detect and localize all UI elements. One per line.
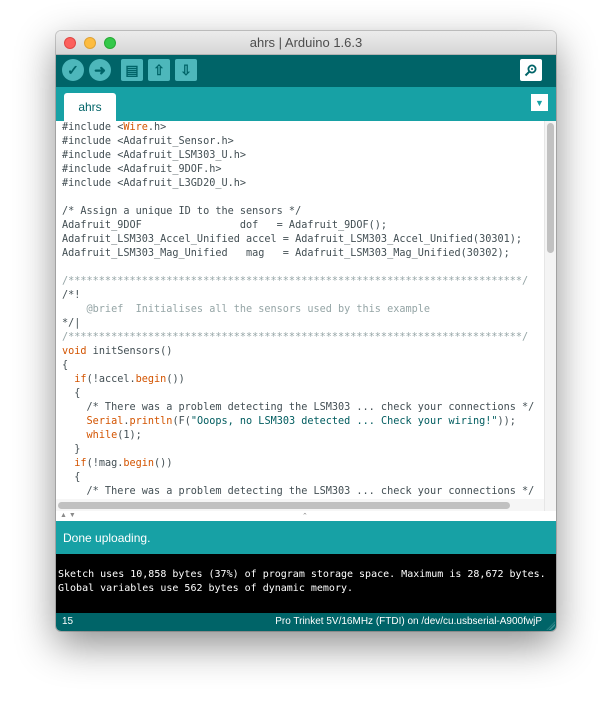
console-line: Global variables use 562 bytes of dynami… xyxy=(58,583,354,594)
horizontal-scroll-thumb[interactable] xyxy=(58,502,510,509)
save-sketch-button[interactable]: ⇩ xyxy=(175,59,197,81)
code-line[interactable]: Adafruit_9DOF dof = Adafruit_9DOF(); xyxy=(62,219,542,233)
code-line[interactable]: Adafruit_LSM303_Mag_Unified mag = Adafru… xyxy=(62,247,542,261)
code-line[interactable]: /***************************************… xyxy=(62,275,542,289)
code-line[interactable]: if(!mag.begin()) xyxy=(62,457,542,471)
code-line[interactable]: { xyxy=(62,387,542,401)
code-line[interactable]: #include <Adafruit_Sensor.h> xyxy=(62,135,542,149)
code-line[interactable]: @brief Initialises all the sensors used … xyxy=(62,303,542,317)
code-line[interactable] xyxy=(62,191,542,205)
title-bar[interactable]: ahrs | Arduino 1.6.3 xyxy=(56,31,556,55)
footer-bar: 15 Pro Trinket 5V/16MHz (FTDI) on /dev/c… xyxy=(56,613,556,631)
code-text-area[interactable]: #include <Wire.h> #include <Adafruit_Sens… xyxy=(62,121,542,499)
console-output[interactable]: Sketch uses 10,858 bytes (37%) of progra… xyxy=(56,554,556,613)
code-line[interactable]: Serial.println(F("Ooops, no LSM303 detec… xyxy=(62,415,542,429)
code-line[interactable]: /* There was a problem detecting the LSM… xyxy=(62,485,542,499)
code-line[interactable]: #include <Adafruit_9DOF.h> xyxy=(62,163,542,177)
new-file-icon: ▤ xyxy=(125,61,139,78)
verify-button[interactable]: ✓ xyxy=(62,59,84,81)
tab-menu-button[interactable]: ▼ xyxy=(531,94,548,111)
collapse-arrows-icon[interactable]: ▲ ▼ xyxy=(60,512,76,519)
code-line[interactable]: #include <Adafruit_L3GD20_U.h> xyxy=(62,177,542,191)
code-line[interactable]: while(1); xyxy=(62,429,542,443)
code-line[interactable] xyxy=(62,261,542,275)
horizontal-scrollbar[interactable] xyxy=(56,499,544,511)
upload-button[interactable]: ➜ xyxy=(89,59,111,81)
window-title: ahrs | Arduino 1.6.3 xyxy=(249,35,363,50)
line-number: 15 xyxy=(62,616,74,627)
arduino-ide-window: ahrs | Arduino 1.6.3 ✓ ➜ ▤ ⇧ ⇩ ahrs ▼ #i… xyxy=(56,31,556,631)
code-line[interactable]: { xyxy=(62,359,542,373)
code-line[interactable]: /***************************************… xyxy=(62,331,542,345)
arrow-right-icon: ➜ xyxy=(94,61,106,78)
code-line[interactable]: */| xyxy=(62,317,542,331)
code-line[interactable]: { xyxy=(62,471,542,485)
code-line[interactable]: Adafruit_LSM303_Accel_Unified accel = Ad… xyxy=(62,233,542,247)
toolbar: ✓ ➜ ▤ ⇧ ⇩ xyxy=(56,55,556,87)
magnifier-icon xyxy=(524,64,537,77)
code-line[interactable]: if(!accel.begin()) xyxy=(62,373,542,387)
checkmark-icon: ✓ xyxy=(67,61,79,78)
status-bar: Done uploading. xyxy=(56,521,556,554)
code-line[interactable]: void initSensors() xyxy=(62,345,542,359)
code-line[interactable]: /* There was a problem detecting the LSM… xyxy=(62,401,542,415)
drag-grip-icon[interactable]: ⌃ xyxy=(302,512,308,520)
board-port-info: Pro Trinket 5V/16MHz (FTDI) on /dev/cu.u… xyxy=(275,616,542,627)
pane-divider[interactable]: ▲ ▼ ⌃ xyxy=(56,512,556,521)
console-line: Sketch uses 10,858 bytes (37%) of progra… xyxy=(58,569,546,580)
vertical-scrollbar[interactable] xyxy=(544,121,556,511)
serial-monitor-button[interactable] xyxy=(520,59,542,81)
code-line[interactable]: #include <Adafruit_LSM303_U.h> xyxy=(62,149,542,163)
code-line[interactable]: } xyxy=(62,443,542,457)
code-line[interactable]: #include <Wire.h> xyxy=(62,121,542,135)
code-editor[interactable]: #include <Wire.h> #include <Adafruit_Sens… xyxy=(56,121,556,521)
save-arrow-down-icon: ⇩ xyxy=(180,61,192,78)
code-line[interactable]: /*! xyxy=(62,289,542,303)
open-arrow-up-icon: ⇧ xyxy=(153,61,165,78)
code-line[interactable]: /* Assign a unique ID to the sensors */ xyxy=(62,205,542,219)
new-sketch-button[interactable]: ▤ xyxy=(121,59,143,81)
status-message: Done uploading. xyxy=(63,531,151,545)
triangle-down-icon: ▼ xyxy=(535,97,544,108)
resize-grip-icon[interactable] xyxy=(546,621,555,630)
vertical-scroll-thumb[interactable] xyxy=(547,123,554,253)
open-sketch-button[interactable]: ⇧ xyxy=(148,59,170,81)
tab-ahrs[interactable]: ahrs xyxy=(64,93,116,121)
tab-bar: ahrs ▼ xyxy=(56,87,556,121)
